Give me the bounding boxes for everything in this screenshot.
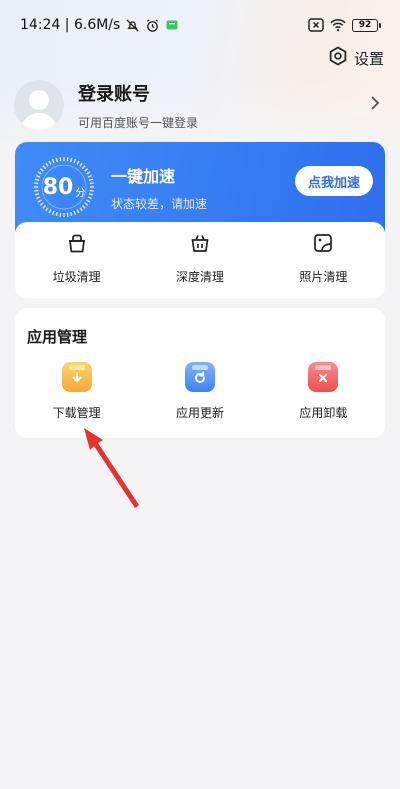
login-subtitle: 可用百度账号一键登录 <box>78 115 199 130</box>
annotation-arrow-icon <box>84 428 139 508</box>
tool-label: 照片清理 <box>299 269 348 284</box>
status-time-speed: 14:24 | 6.6M/s <box>20 17 121 33</box>
default-avatar-icon <box>21 90 57 130</box>
speed-banner: 80 分 一键加速 状态较差，请加速 点我加速 <box>15 142 385 232</box>
trash-bin-icon <box>66 232 88 258</box>
boost-button[interactable]: 点我加速 <box>295 166 373 196</box>
speed-subtitle: 状态较差，请加速 <box>111 196 208 211</box>
wifi-icon <box>330 17 346 33</box>
app-update[interactable]: 应用更新 <box>138 362 261 421</box>
settings-button[interactable]: 设置 <box>328 46 384 70</box>
message-icon <box>164 17 180 33</box>
score-value: 80 <box>42 174 74 200</box>
app-management-card: 应用管理 下载管理 应用更新 应用卸载 <box>15 308 385 438</box>
download-icon <box>61 362 92 392</box>
login-title: 登录账号 <box>78 83 150 105</box>
score-gauge: 80 分 <box>33 156 95 218</box>
app-uninstall[interactable]: 应用卸载 <box>262 362 385 421</box>
basket-icon <box>189 232 211 258</box>
hexagon-gear-icon <box>328 46 348 70</box>
settings-label: 设置 <box>353 49 384 68</box>
login-row[interactable]: 登录账号 可用百度账号一键登录 <box>14 78 386 132</box>
mute-icon <box>124 17 140 33</box>
status-bar: 14:24 | 6.6M/s 92 <box>0 0 400 50</box>
tool-label: 深度清理 <box>175 269 224 284</box>
app-label: 应用卸载 <box>299 406 348 420</box>
tool-deep-clean[interactable]: 深度清理 <box>138 222 261 288</box>
speed-card: 80 分 一键加速 状态较差，请加速 点我加速 垃圾清理 深度清理 照片清理 <box>15 142 385 298</box>
tool-label: 垃圾清理 <box>52 269 101 284</box>
alarm-icon <box>144 17 160 33</box>
speed-title: 一键加速 <box>111 166 176 186</box>
refresh-icon <box>184 362 215 392</box>
app-label: 应用更新 <box>175 406 224 420</box>
avatar[interactable] <box>14 80 64 130</box>
battery-icon: 92 <box>352 18 381 32</box>
cleanup-tools: 垃圾清理 深度清理 照片清理 <box>15 222 385 288</box>
photo-icon <box>312 232 334 258</box>
chevron-right-icon <box>370 95 380 115</box>
score-unit: 分 <box>75 187 86 199</box>
tool-photo-clean[interactable]: 照片清理 <box>262 222 385 288</box>
sim-off-icon <box>308 17 324 33</box>
app-label: 下载管理 <box>52 406 101 420</box>
uninstall-icon <box>308 362 339 392</box>
app-management-title: 应用管理 <box>27 328 88 346</box>
app-download-manager[interactable]: 下载管理 <box>15 362 138 421</box>
tool-junk-clean[interactable]: 垃圾清理 <box>15 222 138 288</box>
